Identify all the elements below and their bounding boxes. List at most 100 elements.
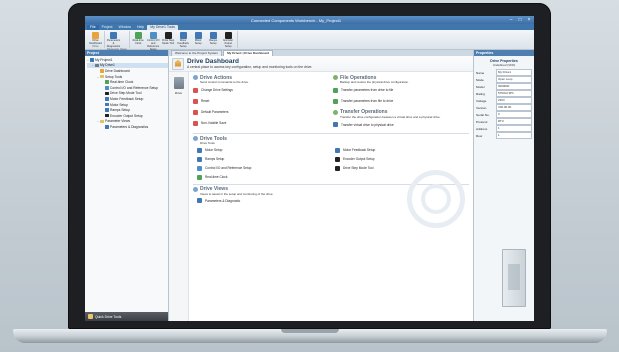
- tree-item-parameters-and-diagnostics[interactable]: Parameters & Diagnostics: [87, 124, 168, 130]
- action-icon: [335, 147, 340, 153]
- drive-actions-section: Drive Actions Send control commands to t…: [193, 74, 329, 129]
- link-parameters-and-diagnostic[interactable]: Parameters & Diagnostic: [197, 196, 331, 205]
- motor-icon: [194, 32, 202, 39]
- property-row-serial-no: Serial No. 0: [474, 111, 534, 118]
- action-icon: [333, 98, 338, 104]
- property-value-field[interactable]: 1: [496, 132, 532, 139]
- link-motor-setup[interactable]: Motor Setup: [197, 146, 331, 155]
- tree-node-icon: [105, 108, 109, 112]
- tree-node-icon: [105, 97, 109, 101]
- action-icon: [333, 87, 338, 93]
- link-control-i-o-and-reference-setup[interactable]: Control I/O and Reference Setup: [197, 164, 331, 173]
- ribbon-button-motor-feedback-setup[interactable]: Motor Feedback Setup: [177, 31, 190, 51]
- close-icon[interactable]: ×: [525, 17, 533, 23]
- ribbon-button-label: Motor Feedback Setup: [177, 39, 189, 48]
- document-area: Welcome to the Project System My Drive1 …: [169, 50, 473, 321]
- ribbon: Drive Dashboard Drive Parameters & Diagnos…: [85, 30, 534, 54]
- link-real-time-clock[interactable]: Real-time Clock: [197, 173, 331, 182]
- link-label: Default Parameters: [201, 110, 229, 115]
- properties-panel-title: Properties: [474, 50, 534, 56]
- ribbon-tab-project[interactable]: Project: [99, 25, 116, 30]
- ribbon-group-parameter-views: Parameters & DiagnosticsParameter Views: [105, 31, 130, 51]
- laptop-notch: [281, 329, 339, 333]
- ribbon-tab-drive-tools[interactable]: My Drive1 Tools: [147, 25, 179, 30]
- property-value-field[interactable]: Open Loop: [496, 76, 532, 83]
- link-label: Change Drive Settings: [201, 88, 233, 93]
- property-value-field[interactable]: 0: [496, 111, 532, 118]
- link-transfer-parameters-from-drive-to-file[interactable]: Transfer parameters from drive to file: [333, 85, 469, 96]
- tree-item-label: Parameters & Diagnostics: [110, 124, 149, 129]
- link-transfer-virtual-drive-to-physical-drive[interactable]: Transfer virtual drive to physical drive: [333, 119, 469, 130]
- tree-node-icon: [105, 91, 109, 96]
- property-value-field[interactable]: My Drive1: [496, 69, 532, 76]
- property-value-field[interactable]: 0000000: [496, 83, 532, 90]
- property-value-field[interactable]: 575Volt 3Ph: [496, 90, 532, 97]
- property-row-model: Model 0000000: [474, 83, 534, 90]
- ribbon-button-control-i-o-and-reference-setup[interactable]: Control I/O and Reference Setup: [147, 31, 160, 51]
- link-label: Drive Step Mode Tool: [343, 166, 374, 171]
- property-key: Mode: [476, 77, 484, 82]
- property-row-address: Address 1: [474, 125, 534, 132]
- ribbon-tab-help[interactable]: Help: [134, 25, 147, 30]
- property-value-field[interactable]: RTU: [496, 118, 532, 125]
- link-label: Motor Feedback Setup: [343, 148, 376, 153]
- property-row-name: Name My Drive1: [474, 69, 534, 76]
- ribbon-button-real-time-clock[interactable]: Real-time Clock: [132, 31, 145, 51]
- property-value-field[interactable]: 1: [496, 125, 532, 132]
- link-reset[interactable]: Reset: [193, 96, 329, 107]
- feedback-icon: [179, 32, 187, 39]
- property-row-voltage: Voltage 230V: [474, 97, 534, 104]
- drive-image: [502, 249, 526, 307]
- ramp-icon: [209, 32, 217, 39]
- link-ramps-setup[interactable]: Ramps Setup: [197, 155, 331, 164]
- property-value-field[interactable]: V00.00.00: [496, 104, 532, 111]
- ribbon-button-label: Ramps Setup: [209, 39, 218, 45]
- property-row-protocol: Protocol RTU: [474, 118, 534, 125]
- property-key: Row: [476, 133, 483, 138]
- link-motor-feedback-setup[interactable]: Motor Feedback Setup: [335, 146, 469, 155]
- dashboard-content: Drive Actions Send control commands to t…: [189, 72, 473, 321]
- views-icon: [193, 186, 198, 192]
- action-icon: [197, 156, 202, 162]
- quick-drive-tools-button[interactable]: Quick Drive Tools: [85, 312, 168, 321]
- ribbon-button-drive-step-mode-tool[interactable]: Drive Step Mode Tool: [162, 31, 175, 51]
- gear-watermark-inner-icon: [421, 184, 451, 214]
- link-default-parameters[interactable]: Default Parameters: [193, 107, 329, 118]
- io-icon: [149, 32, 157, 39]
- ribbon-button-parameters-and-diagnostics[interactable]: Parameters & Diagnostics: [107, 31, 120, 48]
- project-tree: − My Project1− My Drive1 Drive Dashboard − Se…: [85, 56, 168, 312]
- ribbon-tab-window[interactable]: Window: [116, 25, 134, 30]
- tree-node-icon: [105, 113, 109, 118]
- ribbon-group-setup-tools: Real-time Clock Control I/O and Reference…: [130, 31, 238, 54]
- ribbon-button-encoder-output-setup[interactable]: Encoder Output Setup: [222, 31, 235, 51]
- tree-node-icon: [105, 86, 109, 90]
- tree-item-label: Parameter Views: [105, 119, 131, 124]
- tree-item-label: Drive Dashboard: [105, 68, 130, 73]
- quick-drive-tools-label: Quick Drive Tools: [95, 314, 122, 319]
- link-transfer-parameters-from-file-to-drive[interactable]: Transfer parameters from file to drive: [333, 96, 469, 107]
- ribbon-tab-file[interactable]: File: [87, 25, 99, 30]
- file-operations-section: File Operations Backup and restore the p…: [333, 74, 469, 107]
- ribbon-button-drive-dashboard[interactable]: Drive Dashboard: [89, 31, 102, 45]
- tree-item-label: Control I/O and Reference Setup: [110, 85, 159, 90]
- tree-node-icon: [105, 125, 109, 129]
- property-key: Model: [476, 84, 485, 89]
- link-label: Transfer parameters from file to drive: [341, 99, 394, 104]
- link-drive-step-mode-tool[interactable]: Drive Step Mode Tool: [335, 164, 469, 173]
- minimize-icon[interactable]: –: [507, 17, 515, 23]
- tools-icon: [193, 136, 198, 142]
- drive-side-button[interactable]: Drive: [169, 72, 189, 321]
- window-title: Connected Components Workbench - My_Proj…: [250, 17, 342, 23]
- maximize-icon[interactable]: □: [516, 17, 524, 23]
- property-value-field[interactable]: 230V: [496, 97, 532, 104]
- home-icon: [172, 57, 184, 70]
- ribbon-button-motor-setup[interactable]: Motor Setup: [192, 31, 205, 51]
- ribbon-button-ramps-setup[interactable]: Ramps Setup: [207, 31, 220, 51]
- transfer-icon: [333, 109, 338, 115]
- ribbon-button-label: Parameters & Diagnostics: [106, 39, 121, 48]
- link-label: Transfer virtual drive to physical drive: [341, 122, 394, 127]
- link-encoder-output-setup[interactable]: Encoder Output Setup: [335, 155, 469, 164]
- link-change-drive-settings[interactable]: Change Drive Settings: [193, 85, 329, 96]
- tree-node-icon: [105, 80, 109, 84]
- link-non-volatile-save[interactable]: Non-Volatile Save: [193, 118, 329, 129]
